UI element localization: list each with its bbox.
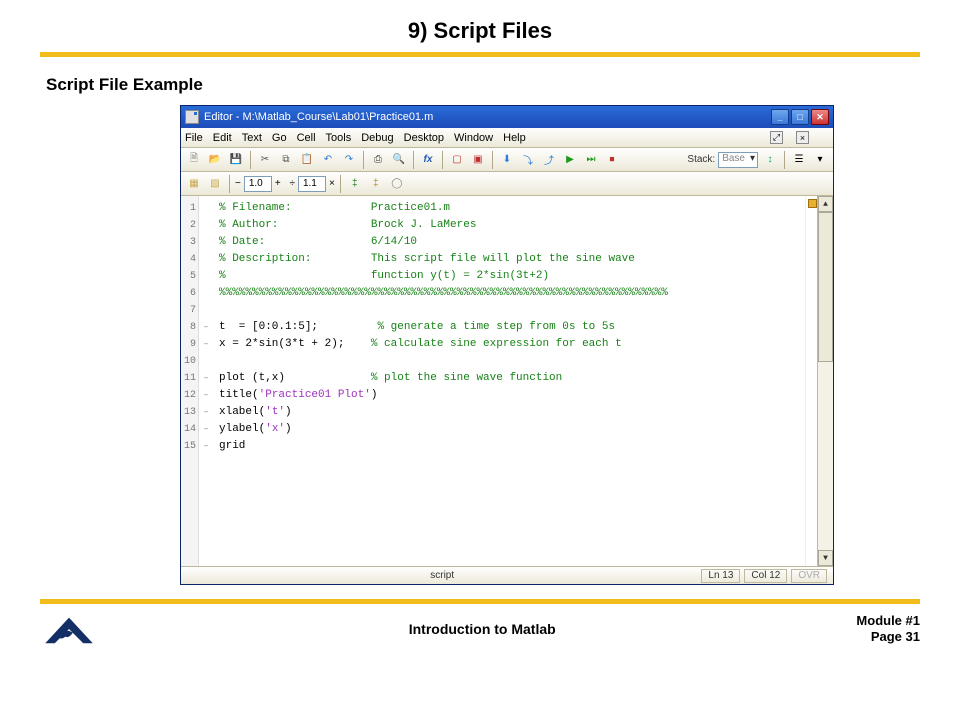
new-file-icon[interactable]: 🗎 — [185, 151, 203, 169]
menu-help[interactable]: Help — [503, 132, 526, 144]
statusbar: script Ln 13 Col 12 OVR — [181, 566, 833, 584]
toolbar-sep — [442, 151, 443, 169]
status-col: Col 12 — [744, 569, 787, 583]
db-arrow-icon[interactable]: ↕ — [761, 151, 779, 169]
cell-plus[interactable]: + — [275, 178, 281, 189]
cell-div[interactable]: ÷ — [289, 178, 295, 189]
toolbar-sep — [250, 151, 251, 169]
menu-window[interactable]: Window — [454, 132, 493, 144]
code-area: 123456789101112131415 ––––––– % Filename… — [181, 196, 833, 566]
status-filetype: script — [430, 570, 454, 581]
toolbar-menu-icon[interactable]: ▾ — [811, 151, 829, 169]
publish-icon[interactable]: ◯ — [388, 175, 406, 193]
menu-tools[interactable]: Tools — [326, 132, 352, 144]
toolbar-main: 🗎 📂 💾 ✂ ⧉ 📋 ↶ ↷ ⎙ 🔍 fx ▢ ▣ ⬇ ⤵ ⤴ ▶ ⏭ ⏹ S… — [181, 148, 833, 172]
scroll-up-icon[interactable]: ▲ — [818, 196, 833, 212]
print-icon[interactable]: ⎙ — [369, 151, 387, 169]
vertical-scrollbar[interactable]: ▲ ▼ — [817, 196, 833, 566]
menu-go[interactable]: Go — [272, 132, 287, 144]
step-out-icon[interactable]: ⤴ — [540, 151, 558, 169]
stack-label: Stack: — [687, 154, 715, 165]
undock-icon[interactable]: × — [796, 131, 809, 144]
cell-minus[interactable]: − — [235, 178, 241, 189]
cell-eval-advance-icon[interactable]: ▧ — [206, 175, 224, 193]
footer-pageinfo: Module #1 Page 31 — [856, 613, 920, 646]
toolbar-sep — [229, 175, 230, 193]
open-file-icon[interactable]: 📂 — [206, 151, 224, 169]
function-icon[interactable]: fx — [419, 151, 437, 169]
run-icon[interactable]: ▶ — [561, 151, 579, 169]
line-number-gutter: 123456789101112131415 — [181, 196, 199, 566]
toolbar-sep — [413, 151, 414, 169]
show-functions-icon[interactable]: ☰ — [790, 151, 808, 169]
menu-desktop[interactable]: Desktop — [404, 132, 444, 144]
cell-increment-left[interactable]: 1.0 — [244, 176, 272, 192]
toolbar-sep — [340, 175, 341, 193]
footer: Introduction to Matlab Module #1 Page 31 — [0, 604, 960, 648]
cell-increment-right[interactable]: 1.1 — [298, 176, 326, 192]
toolbar-sep — [492, 151, 493, 169]
toolbar-cell: ▦ ▧ − 1.0 + ÷ 1.1 × ‡ ‡ ◯ — [181, 172, 833, 196]
footer-title: Introduction to Matlab — [108, 621, 856, 637]
menu-file[interactable]: File — [185, 132, 203, 144]
breakpoint-set-icon[interactable]: ▢ — [448, 151, 466, 169]
paste-icon[interactable]: 📋 — [298, 151, 316, 169]
close-button[interactable]: ✕ — [811, 109, 829, 125]
code-analyzer-strip[interactable] — [805, 196, 817, 566]
step-icon[interactable]: ⬇ — [498, 151, 516, 169]
save-icon[interactable]: 💾 — [227, 151, 245, 169]
cell-eval-icon[interactable]: ▦ — [185, 175, 203, 193]
breakpoint-gutter[interactable]: ––––––– — [199, 196, 213, 566]
cell-divider-icon[interactable]: ‡ — [346, 175, 364, 193]
scroll-thumb[interactable] — [818, 212, 833, 362]
window-title: Editor - M:\Matlab_Course\Lab01\Practice… — [204, 111, 433, 123]
menu-debug[interactable]: Debug — [361, 132, 393, 144]
footer-module: Module #1 — [856, 613, 920, 629]
minimize-button[interactable]: _ — [771, 109, 789, 125]
find-icon[interactable]: 🔍 — [390, 151, 408, 169]
undo-icon[interactable]: ↶ — [319, 151, 337, 169]
titlebar: Editor - M:\Matlab_Course\Lab01\Practice… — [181, 106, 833, 128]
menu-edit[interactable]: Edit — [213, 132, 232, 144]
toolbar-sep — [363, 151, 364, 169]
app-icon — [185, 110, 199, 124]
toolbar-sep — [784, 151, 785, 169]
cell-times[interactable]: × — [329, 178, 335, 189]
breakpoint-clear-icon[interactable]: ▣ — [469, 151, 487, 169]
slide-title: 9) Script Files — [0, 0, 960, 52]
step-in-icon[interactable]: ⤵ — [519, 151, 537, 169]
code-editor[interactable]: % Filename: Practice01.m% Author: Brock … — [213, 196, 805, 566]
slide-subtitle: Script File Example — [0, 57, 960, 105]
status-ovr: OVR — [791, 569, 827, 583]
footer-page: Page 31 — [856, 629, 920, 645]
status-line: Ln 13 — [701, 569, 740, 583]
exit-debug-icon[interactable]: ⏹ — [603, 151, 621, 169]
logo-icon — [40, 610, 98, 648]
menu-cell[interactable]: Cell — [297, 132, 316, 144]
run-advance-icon[interactable]: ⏭ — [582, 151, 600, 169]
scroll-down-icon[interactable]: ▼ — [818, 550, 833, 566]
maximize-button[interactable]: □ — [791, 109, 809, 125]
cell-divider2-icon[interactable]: ‡ — [367, 175, 385, 193]
copy-icon[interactable]: ⧉ — [277, 151, 295, 169]
redo-icon[interactable]: ↷ — [340, 151, 358, 169]
menu-text[interactable]: Text — [242, 132, 262, 144]
editor-window: Editor - M:\Matlab_Course\Lab01\Practice… — [180, 105, 834, 585]
menubar: File Edit Text Go Cell Tools Debug Deskt… — [181, 128, 833, 148]
dock-icon[interactable]: ⤢ — [770, 131, 783, 144]
cut-icon[interactable]: ✂ — [256, 151, 274, 169]
stack-select[interactable]: Base — [718, 152, 758, 168]
